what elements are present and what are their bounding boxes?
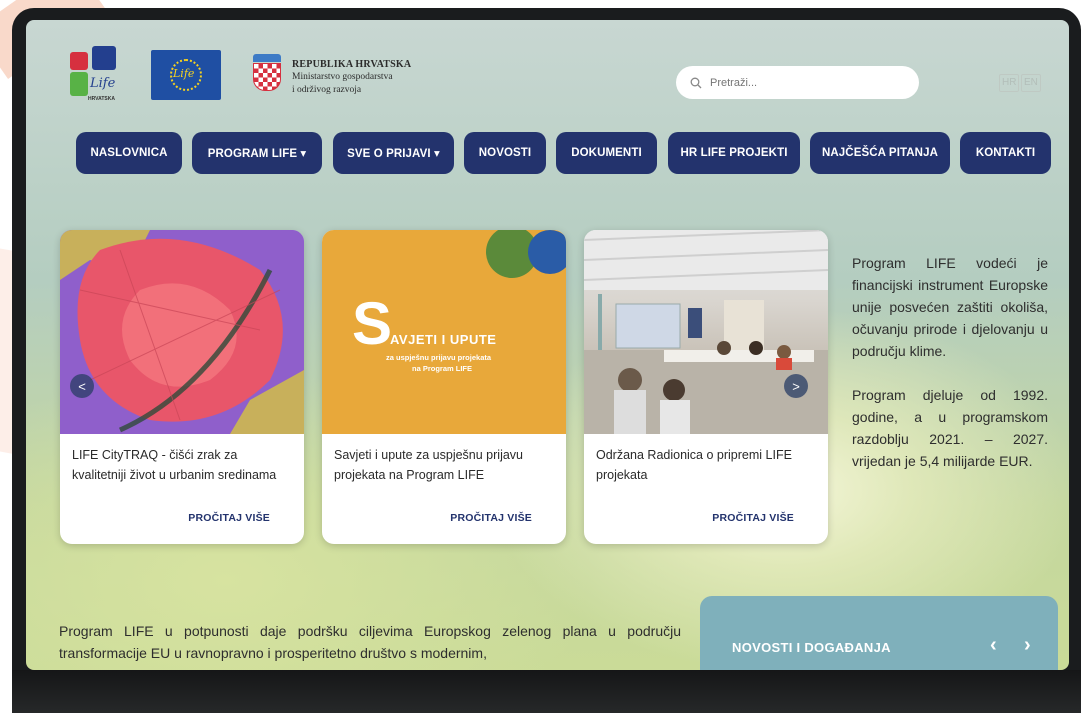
intro-paragraph-1: Program LIFE vodeći je financijski instr…: [852, 255, 1048, 359]
ministry-line-3: i održivog razvoja: [292, 85, 362, 95]
lang-hr-button[interactable]: HR: [999, 74, 1020, 92]
guide-heading: AVJETI I UPUTE: [390, 332, 497, 347]
green-deal-paragraph: Program LIFE u potpunosti daje podršku c…: [59, 623, 681, 661]
nav-program-life[interactable]: PROGRAM LIFE ▾: [192, 132, 322, 174]
nav-kontakti[interactable]: KONTAKTI: [960, 132, 1051, 174]
ministry-line-2: Ministarstvo gospodarstva: [292, 72, 393, 82]
card-title: LIFE CityTRAQ - čišći zrak za kvalitetni…: [72, 448, 277, 482]
nav-sve-o-prijavi[interactable]: SVE O PRIJAVI ▾: [333, 132, 454, 174]
nav-naslovnica[interactable]: NASLOVNICA: [76, 132, 182, 174]
nav-dokumenti[interactable]: DOKUMENTI: [556, 132, 657, 174]
life-logo-text: Life: [90, 76, 116, 91]
card-image-guide: S AVJETI I UPUTE za uspješnu prijavu pro…: [322, 230, 566, 434]
ministry-line-1: REPUBLIKA HRVATSKA: [292, 59, 412, 70]
page: Life HRVATSKA Life REPUBLIKA HRVATSKA Mi…: [0, 0, 1081, 713]
laptop-frame: Life HRVATSKA Life REPUBLIKA HRVATSKA Mi…: [12, 8, 1081, 713]
read-more-link[interactable]: PROČITAJ VIŠE: [450, 512, 532, 524]
nav-najcesca-pitanja[interactable]: NAJČEŠĆA PITANJA: [810, 132, 950, 174]
life-logo[interactable]: Life HRVATSKA: [70, 46, 122, 104]
eu-logo-text: Life: [173, 67, 195, 80]
news-events-panel: NOVOSTI I DOGAĐANJA ‹ ›: [700, 596, 1058, 670]
news-card[interactable]: < LIFE CityTRAQ - čišći zrak za kvalitet…: [60, 230, 304, 544]
card-title: Održana Radionica o pripremi LIFE projek…: [596, 448, 792, 482]
lang-en-button[interactable]: EN: [1021, 74, 1041, 92]
search-box[interactable]: [676, 66, 919, 99]
search-input[interactable]: [710, 76, 890, 89]
laptop-keyboard-edge: [12, 670, 1081, 713]
news-prev-arrow-icon[interactable]: ‹: [990, 634, 997, 657]
eu-life-logo: Life: [151, 50, 221, 100]
website-screen: Life HRVATSKA Life REPUBLIKA HRVATSKA Mi…: [26, 20, 1069, 670]
card-title: Savjeti i upute za uspješnu prijavu proj…: [334, 448, 524, 482]
news-next-arrow-icon[interactable]: ›: [1024, 634, 1031, 657]
guide-big-letter: S: [352, 290, 393, 357]
carousel-prev-button[interactable]: <: [70, 374, 94, 398]
ministry-name: REPUBLIKA HRVATSKA Ministarstvo gospodar…: [292, 58, 411, 97]
read-more-link[interactable]: PROČITAJ VIŠE: [188, 512, 270, 524]
croatia-coat-of-arms-icon: [253, 54, 281, 92]
read-more-link[interactable]: PROČITAJ VIŠE: [712, 512, 794, 524]
news-card[interactable]: > Održana Radionica o pripremi LIFE proj…: [584, 230, 828, 544]
news-card[interactable]: S AVJETI I UPUTE za uspješnu prijavu pro…: [322, 230, 566, 544]
guide-sub-2: na Program LIFE: [412, 364, 473, 373]
card-image-map: [60, 230, 304, 434]
news-heading: NOVOSTI I DOGAĐANJA: [732, 640, 891, 655]
life-logo-sub: HRVATSKA: [88, 96, 115, 102]
card-image-workshop: [584, 230, 828, 434]
nav-hr-life-projekti[interactable]: HR LIFE PROJEKTI: [668, 132, 800, 174]
nav-novosti[interactable]: NOVOSTI: [464, 132, 546, 174]
search-icon: [690, 77, 702, 88]
carousel-next-button[interactable]: >: [784, 374, 808, 398]
guide-sub-1: za uspješnu prijavu projekata: [386, 353, 492, 362]
intro-paragraph-2: Program djeluje od 1992. godine, a u pro…: [852, 387, 1048, 469]
program-intro: Program LIFE vodeći je financijski instr…: [852, 252, 1048, 494]
